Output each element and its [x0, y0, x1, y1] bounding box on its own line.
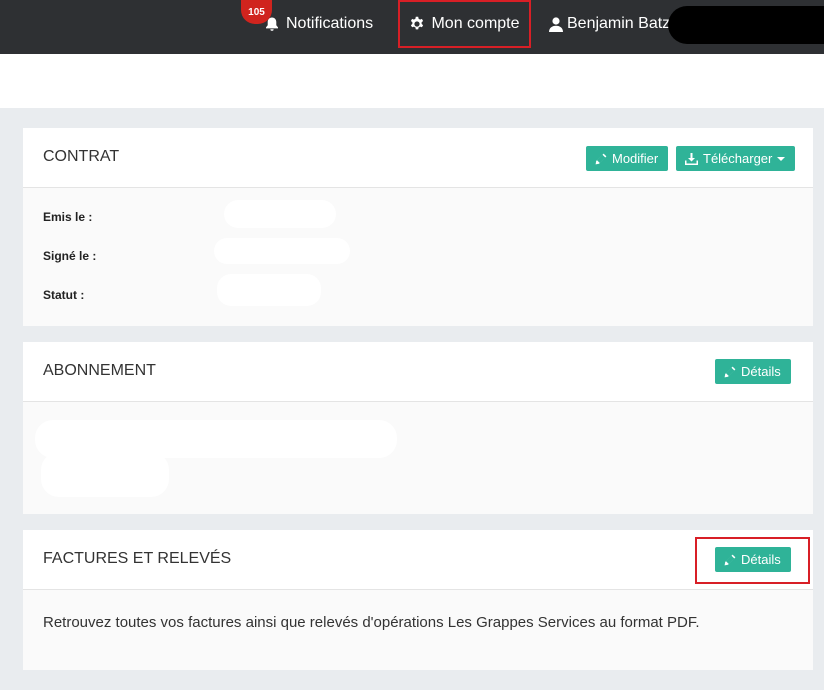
user-name: Benjamin Batz: [567, 15, 671, 32]
user-icon: [549, 16, 563, 32]
signed-date-label: Signé le :: [43, 249, 97, 263]
modify-label: Modifier: [612, 151, 659, 166]
notifications-label: Notifications: [286, 15, 374, 32]
pencil-icon: [595, 153, 607, 164]
contract-title: CONTRAT: [43, 148, 120, 165]
highlight-frame: [695, 537, 810, 584]
page-header-strip: [0, 54, 824, 108]
account-label: Mon compte: [431, 15, 520, 32]
notifications-count-badge: 105: [241, 0, 272, 24]
download-icon: [685, 152, 698, 165]
account-link[interactable]: Mon compte: [398, 0, 531, 48]
invoices-title: FACTURES ET RELEVÉS: [43, 550, 232, 567]
redacted-content: [41, 452, 169, 497]
redacted-value: [224, 200, 336, 228]
subscription-details-button[interactable]: Détails: [715, 359, 791, 384]
user-menu[interactable]: Benjamin Batz: [549, 0, 670, 48]
redacted-value: [217, 274, 321, 306]
pencil-icon: [724, 366, 736, 377]
modify-contract-button[interactable]: Modifier: [586, 146, 669, 171]
subscription-panel: ABONNEMENT Détails: [23, 342, 813, 514]
caret-down-icon: [777, 156, 786, 161]
subscription-panel-header: ABONNEMENT Détails: [23, 342, 813, 402]
redacted-area: [668, 6, 824, 44]
top-navbar: Notifications 105 Mon compte Benjamin Ba…: [0, 0, 824, 54]
issued-date-label: Emis le :: [43, 210, 93, 224]
invoices-description: Retrouvez toutes vos factures ainsi que …: [43, 614, 700, 631]
contract-panel-header: CONTRAT Modifier Télécharger: [23, 128, 813, 188]
notifications-link[interactable]: Notifications: [264, 0, 373, 48]
download-label: Télécharger: [703, 151, 773, 166]
status-label: Statut :: [43, 288, 85, 302]
redacted-value: [214, 238, 350, 264]
contract-panel: CONTRAT Modifier Télécharger Emis le : S…: [23, 128, 813, 326]
gear-icon: [411, 16, 424, 30]
download-contract-button[interactable]: Télécharger: [676, 146, 796, 171]
details-label: Détails: [741, 364, 781, 379]
subscription-title: ABONNEMENT: [43, 362, 156, 379]
